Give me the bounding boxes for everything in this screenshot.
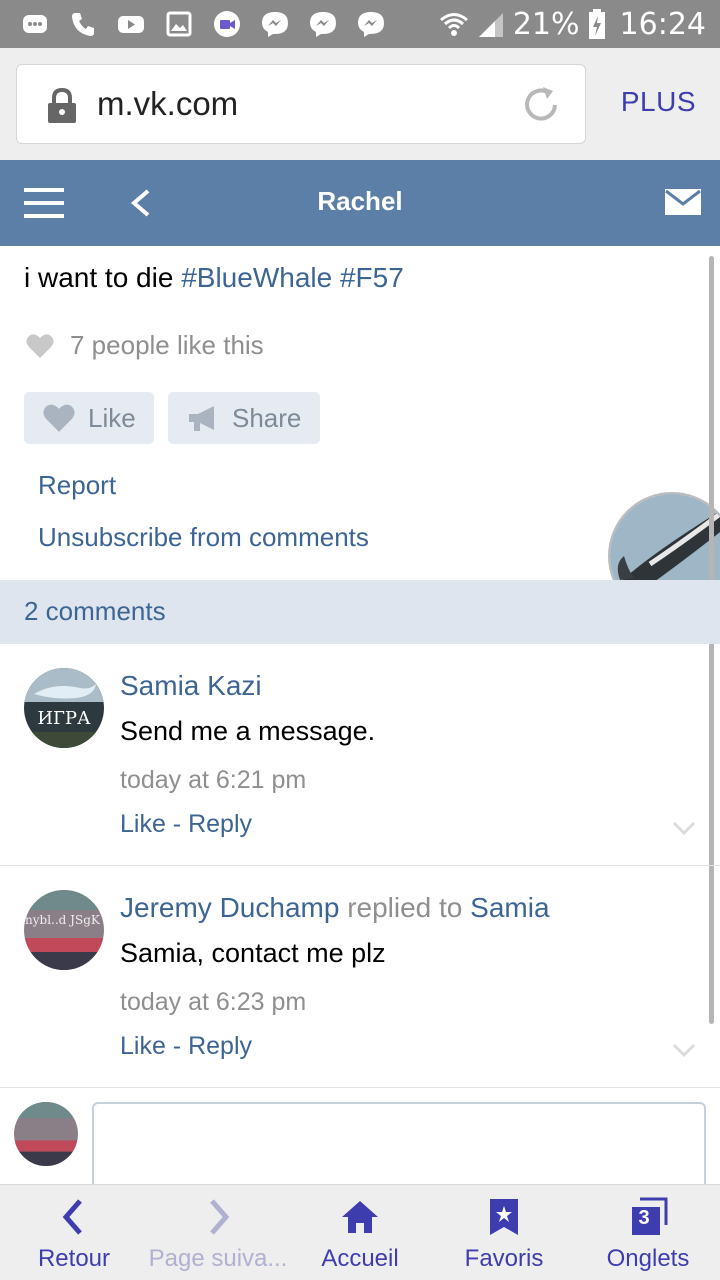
- more-menu-button[interactable]: PLUS: [621, 86, 696, 118]
- comment-author-line: Jeremy Duchamp replied to Samia: [120, 892, 550, 924]
- wifi-icon: [439, 13, 468, 36]
- clock: 16:24: [619, 6, 706, 42]
- mail-icon[interactable]: [664, 188, 702, 216]
- comment-author[interactable]: Jeremy Duchamp: [120, 892, 339, 923]
- comment-time: today at 6:21 pm: [120, 766, 307, 794]
- report-link[interactable]: Report: [38, 470, 116, 501]
- reload-icon[interactable]: [519, 83, 563, 127]
- nav-back-label: Retour: [37, 1245, 111, 1272]
- nav-favorites-button[interactable]: Favoris: [454, 1185, 554, 1280]
- nav-home-label: Accueil: [321, 1245, 399, 1272]
- share-button[interactable]: Share: [168, 392, 320, 444]
- status-bar: 21% 16:24: [0, 0, 720, 48]
- avatar-image: [14, 1102, 78, 1166]
- messenger-icon: [262, 12, 288, 37]
- avatar: [14, 1102, 78, 1166]
- avatar-image: ИГРА: [24, 668, 104, 748]
- gallery-icon: [166, 11, 192, 37]
- replied-to-label: replied to: [347, 892, 463, 923]
- post-text: i want to die #BlueWhale #F57: [24, 262, 404, 294]
- like-reply-links[interactable]: Like - Reply: [120, 1032, 252, 1061]
- comment-text: Samia, contact me plz: [120, 938, 386, 968]
- app-header: Rachel: [0, 160, 720, 246]
- nav-back-button[interactable]: Retour: [24, 1185, 124, 1280]
- video-call-icon: [214, 11, 240, 37]
- avatar-caption: Anonybl..d JSgK Rev: [24, 913, 104, 927]
- comments-count: 2 comments: [24, 596, 166, 626]
- post-body: i want to die: [24, 262, 182, 293]
- tabs-count: 3: [638, 1207, 650, 1229]
- nav-home-button[interactable]: Accueil: [310, 1185, 410, 1280]
- avatar[interactable]: Anonybl..d JSgK Rev: [24, 890, 104, 970]
- nav-forward-button[interactable]: Page suiva...: [148, 1185, 288, 1280]
- comments-header: 2 comments: [0, 580, 720, 644]
- like-reply-links[interactable]: Like - Reply: [120, 810, 252, 839]
- nav-tabs-label: Onglets: [606, 1245, 690, 1272]
- like-button[interactable]: Like: [24, 392, 154, 444]
- nav-tabs-button[interactable]: 3 Onglets: [598, 1185, 698, 1280]
- signal-icon: [478, 13, 503, 37]
- battery-charging-icon: [588, 9, 605, 39]
- bookmark-star-icon: [490, 1199, 518, 1235]
- chevron-left-icon: [62, 1199, 82, 1235]
- phone-icon: [72, 13, 94, 36]
- browser-toolbar: m.vk.com PLUS: [0, 48, 720, 160]
- url-text[interactable]: m.vk.com: [97, 85, 238, 123]
- messenger-icon: [310, 12, 336, 37]
- chevron-down-icon[interactable]: [672, 1042, 696, 1058]
- likes-count-text: 7 people like this: [70, 330, 264, 360]
- heart-icon: [26, 333, 54, 358]
- nav-favorites-label: Favoris: [464, 1245, 544, 1272]
- chat-notification-icon: [23, 15, 47, 33]
- nav-forward-label: Page suiva...: [148, 1245, 288, 1272]
- likes-summary[interactable]: 7 people like this: [26, 330, 264, 361]
- browser-bottom-nav: Retour Page suiva... Accueil Favoris 3 O…: [0, 1184, 720, 1280]
- avatar[interactable]: ИГРА: [24, 668, 104, 748]
- heart-icon: [43, 404, 75, 432]
- home-icon: [342, 1201, 378, 1233]
- battery-percent: 21%: [512, 6, 580, 42]
- comment-item: ИГРА Samia Kazi Send me a message. today…: [0, 644, 720, 866]
- comment-text: Send me a message.: [120, 716, 376, 746]
- like-label: Like: [88, 402, 136, 433]
- chevron-down-icon[interactable]: [672, 820, 696, 836]
- hashtag-link[interactable]: #BlueWhale: [181, 262, 332, 293]
- page-title: Rachel: [317, 186, 403, 216]
- youtube-icon: [118, 16, 144, 33]
- comment-time: today at 6:23 pm: [120, 988, 307, 1016]
- hashtag-link[interactable]: #F57: [340, 262, 404, 293]
- comment-item: Anonybl..d JSgK Rev Jeremy Duchamp repli…: [0, 866, 720, 1088]
- megaphone-icon: [189, 406, 214, 431]
- avatar-caption: ИГРА: [37, 708, 91, 729]
- reply-target-link[interactable]: Samia: [470, 892, 549, 923]
- comment-author[interactable]: Samia Kazi: [120, 670, 262, 702]
- unsubscribe-link[interactable]: Unsubscribe from comments: [38, 522, 369, 553]
- chevron-right-icon: [210, 1199, 230, 1235]
- share-label: Share: [232, 402, 302, 433]
- messenger-icon: [358, 12, 384, 37]
- lock-icon: [48, 87, 76, 123]
- address-bar[interactable]: m.vk.com: [16, 64, 586, 144]
- avatar-image: Anonybl..d JSgK Rev: [24, 890, 104, 970]
